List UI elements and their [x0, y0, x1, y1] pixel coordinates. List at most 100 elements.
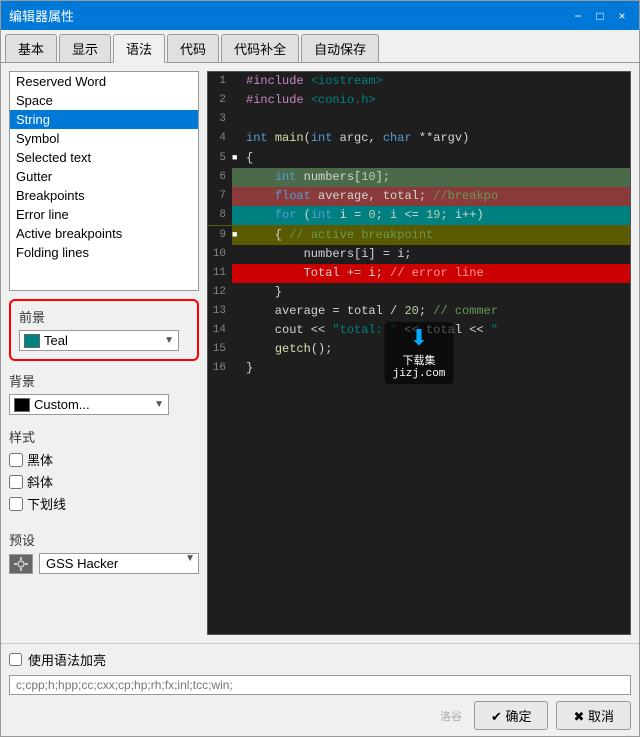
download-text1: 下载集 — [403, 352, 436, 368]
code-line: 10 numbers[i] = i; — [208, 245, 630, 264]
window-title: 编辑器属性 — [9, 6, 74, 25]
tab-basic[interactable]: 基本 — [5, 34, 57, 62]
underline-checkbox[interactable] — [9, 497, 23, 511]
line-content: #include <conio.h> — [242, 91, 630, 110]
background-label: 背景 — [9, 371, 199, 390]
code-line: 2 #include <conio.h> — [208, 91, 630, 110]
preset-row: GSS Hacker Default ▼ — [9, 553, 199, 574]
line-content: numbers[i] = i; — [242, 245, 630, 264]
line-marker — [232, 148, 242, 168]
underline-label: 下划线 — [27, 494, 66, 513]
code-line: 6 int numbers[10]; — [208, 168, 630, 187]
line-number: 1 — [208, 72, 232, 91]
highlight-label: 使用语法加亮 — [28, 650, 106, 669]
title-bar-buttons: − □ × — [569, 7, 631, 25]
foreground-color-swatch — [24, 334, 40, 348]
editor-properties-window: 编辑器属性 − □ × 基本 显示 语法 代码 代码补全 自动保存 — [0, 0, 640, 737]
right-panel: 1 #include <iostream> 2 #include <conio.h>3… — [207, 71, 631, 635]
tab-syntax[interactable]: 语法 — [113, 34, 165, 63]
download-arrow-icon: ⬇ — [410, 326, 428, 352]
tab-bar: 基本 显示 语法 代码 代码补全 自动保存 — [1, 30, 639, 63]
italic-label: 斜体 — [27, 472, 53, 491]
main-content: Reserved WordSpaceStringSymbolSelected t… — [1, 63, 639, 643]
code-line: 3 — [208, 110, 630, 129]
line-number: 10 — [208, 245, 232, 264]
preset-icon — [9, 554, 33, 574]
line-number: 16 — [208, 359, 232, 378]
tab-display[interactable]: 显示 — [59, 34, 111, 62]
line-content: for (int i = 0; i <= 19; i++) — [242, 206, 630, 225]
foreground-dropdown-arrow[interactable]: ▼ — [164, 335, 174, 346]
tab-autocomplete[interactable]: 代码补全 — [221, 34, 299, 62]
highlight-row: 使用语法加亮 — [9, 650, 631, 669]
line-content: { — [242, 149, 630, 168]
code-line: 5{ — [208, 148, 630, 168]
line-content: #include <iostream> — [242, 72, 630, 91]
syntax-list-item[interactable]: Symbol — [10, 129, 198, 148]
syntax-list-item[interactable]: Selected text — [10, 148, 198, 167]
button-row: 洛谷 ✔ 确定 ✖ 取消 — [9, 701, 631, 730]
syntax-list-container[interactable]: Reserved WordSpaceStringSymbolSelected t… — [9, 71, 199, 291]
cancel-button[interactable]: ✖ 取消 — [556, 701, 631, 730]
line-number: 7 — [208, 187, 232, 206]
code-line: 9 { // active breakpoint — [208, 225, 630, 245]
line-number: 14 — [208, 321, 232, 340]
bottom-panel: 使用语法加亮 洛谷 ✔ 确定 ✖ 取消 — [1, 643, 639, 736]
minimize-button[interactable]: − — [569, 7, 587, 25]
title-bar: 编辑器属性 − □ × — [1, 1, 639, 30]
style-section: 样式 黑体 斜体 下划线 — [9, 425, 199, 518]
code-scrollbar-horizontal[interactable] — [208, 634, 630, 635]
code-editor[interactable]: 1 #include <iostream> 2 #include <conio.h>3… — [207, 71, 631, 635]
bold-checkbox[interactable] — [9, 453, 23, 467]
maximize-button[interactable]: □ — [591, 7, 609, 25]
syntax-list-item[interactable]: Gutter — [10, 167, 198, 186]
style-label: 样式 — [9, 427, 199, 446]
line-marker — [232, 225, 242, 245]
foreground-section: 前景 Teal ▼ — [9, 299, 199, 361]
italic-row: 斜体 — [9, 472, 199, 491]
code-line: 12 } — [208, 283, 630, 302]
line-content: { // active breakpoint — [242, 226, 630, 245]
line-number: 11 — [208, 264, 232, 283]
line-number: 5 — [208, 149, 232, 168]
underline-row: 下划线 — [9, 494, 199, 513]
syntax-list-item[interactable]: Active breakpoints — [10, 224, 198, 243]
code-line: 1 #include <iostream> — [208, 72, 630, 91]
code-line: 8 for (int i = 0; i <= 19; i++) — [208, 206, 630, 225]
line-number: 13 — [208, 302, 232, 321]
line-number: 4 — [208, 129, 232, 148]
syntax-list-item[interactable]: Error line — [10, 205, 198, 224]
preset-dropdown[interactable]: GSS Hacker Default — [39, 553, 199, 574]
syntax-list-item[interactable]: Reserved Word — [10, 72, 198, 91]
syntax-list-item[interactable]: String — [10, 110, 198, 129]
line-number: 12 — [208, 283, 232, 302]
foreground-color-name: Teal — [44, 333, 164, 348]
line-number: 9 — [208, 226, 232, 245]
line-number: 6 — [208, 168, 232, 187]
foreground-label: 前景 — [19, 307, 189, 326]
gear-icon — [14, 557, 28, 571]
tab-autosave[interactable]: 自动保存 — [301, 34, 379, 62]
line-number: 2 — [208, 91, 232, 110]
highlight-checkbox[interactable] — [9, 653, 22, 666]
syntax-list-item[interactable]: Breakpoints — [10, 186, 198, 205]
foreground-dropdown-row: Teal ▼ — [19, 330, 179, 351]
download-badge: ⬇ 下载集 jizj.com — [385, 322, 454, 384]
bold-label: 黑体 — [27, 450, 53, 469]
file-extension-input[interactable] — [9, 675, 631, 695]
close-button[interactable]: × — [613, 7, 631, 25]
download-text2: jizj.com — [393, 368, 446, 380]
syntax-list-item[interactable]: Folding lines — [10, 243, 198, 262]
syntax-list-item[interactable]: Space — [10, 91, 198, 110]
bold-row: 黑体 — [9, 450, 199, 469]
line-content: average = total / 20; // commer — [242, 302, 630, 321]
line-content: Total += i; // error line — [242, 264, 630, 283]
italic-checkbox[interactable] — [9, 475, 23, 489]
line-content: float average, total; //breakpo — [242, 187, 630, 206]
tab-code[interactable]: 代码 — [167, 34, 219, 62]
line-number: 15 — [208, 340, 232, 359]
code-line: 7 float average, total; //breakpo — [208, 187, 630, 206]
background-dropdown-arrow[interactable]: ▼ — [154, 399, 164, 410]
code-line: 4int main(int argc, char **argv) — [208, 129, 630, 148]
confirm-button[interactable]: ✔ 确定 — [474, 701, 549, 730]
